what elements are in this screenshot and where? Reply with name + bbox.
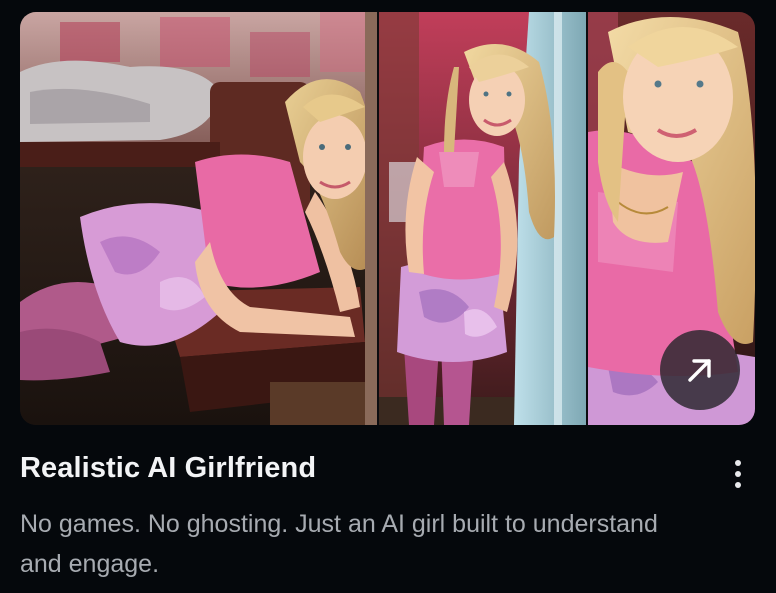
open-button[interactable] bbox=[660, 330, 740, 410]
card-description: No games. No ghosting. Just an AI girl b… bbox=[20, 510, 658, 578]
card-thumbnail[interactable] bbox=[20, 12, 755, 425]
more-vertical-icon-dot bbox=[735, 482, 741, 488]
thumbnail-photo-1 bbox=[20, 12, 377, 425]
card-title[interactable]: Realistic AI Girlfriend bbox=[20, 452, 316, 485]
more-vertical-icon bbox=[735, 460, 741, 466]
thumbnail-photo-2 bbox=[379, 12, 586, 425]
arrow-up-right-icon bbox=[688, 359, 711, 382]
more-vertical-icon-dot bbox=[735, 471, 741, 477]
more-options-button[interactable] bbox=[724, 454, 752, 494]
